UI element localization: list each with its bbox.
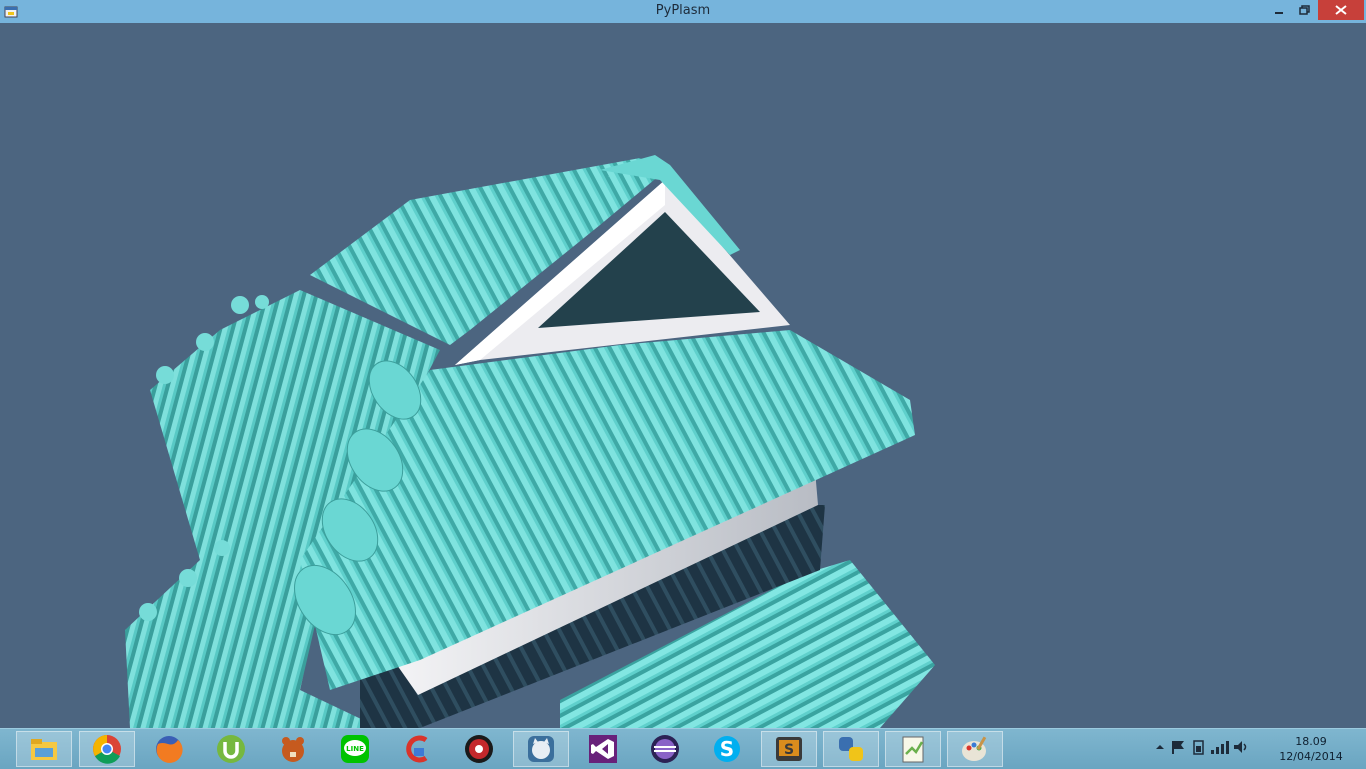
cat-app-icon [528, 736, 554, 762]
close-button[interactable] [1318, 0, 1364, 20]
action-center-flag-icon[interactable] [1168, 738, 1188, 760]
show-hidden-icons-icon[interactable] [1152, 739, 1168, 759]
volume-icon[interactable] [1230, 738, 1252, 760]
paint-icon [962, 736, 987, 761]
house-roof-model [125, 155, 935, 728]
network-signal-icon[interactable] [1208, 738, 1230, 760]
minimize-icon [1275, 12, 1283, 14]
taskbar-utorrent[interactable] [203, 731, 259, 767]
minimize-button[interactable] [1266, 0, 1292, 20]
taskbar-cat-app[interactable] [513, 731, 569, 767]
eclipse-icon [651, 735, 679, 763]
system-tray [1152, 729, 1252, 769]
media-player-icon [465, 735, 493, 763]
taskbar-paint[interactable] [947, 731, 1003, 767]
taskbar-visual-studio[interactable] [575, 731, 631, 767]
battery-icon[interactable] [1188, 738, 1208, 760]
svg-text:LINE: LINE [346, 745, 364, 753]
window-title: PyPlasm [655, 3, 711, 18]
skype-icon: S [714, 736, 740, 762]
file-explorer-icon [31, 739, 57, 760]
beaver-icon [282, 737, 304, 762]
taskbar-chrome[interactable] [79, 731, 135, 767]
svg-text:S: S [720, 737, 734, 761]
taskbar-media-player[interactable] [451, 731, 507, 767]
taskbar: LINE S S 18.09 12/04/2014 [0, 728, 1366, 769]
3d-viewport[interactable] [0, 23, 1366, 728]
clock-date: 12/04/2014 [1279, 750, 1343, 763]
firefox-icon [156, 736, 183, 763]
clock[interactable]: 18.09 12/04/2014 [1276, 734, 1346, 764]
taskbar-eclipse[interactable] [637, 731, 693, 767]
taskbar-line[interactable]: LINE [327, 731, 383, 767]
svg-text:S: S [784, 742, 794, 758]
restore-icon [1299, 5, 1310, 15]
utorrent-icon [217, 735, 245, 763]
clock-time: 18.09 [1295, 735, 1327, 748]
taskbar-firefox[interactable] [141, 731, 197, 767]
chrome-icon [93, 735, 121, 764]
close-icon [1335, 5, 1347, 15]
taskbar-beaver-app[interactable] [265, 731, 321, 767]
sublime-text-icon: S [776, 737, 802, 761]
taskbar-notepadpp[interactable] [885, 731, 941, 767]
taskbar-ccleaner[interactable] [389, 731, 445, 767]
line-icon: LINE [341, 735, 369, 763]
python-icon [839, 737, 863, 761]
window-title-bar[interactable]: PyPlasm [0, 0, 1366, 23]
restore-button[interactable] [1292, 0, 1318, 20]
taskbar-file-explorer[interactable] [16, 731, 72, 767]
visual-studio-icon [589, 735, 617, 763]
taskbar-skype[interactable]: S [699, 731, 755, 767]
taskbar-python[interactable] [823, 731, 879, 767]
taskbar-sublime-text[interactable]: S [761, 731, 817, 767]
ccleaner-icon [406, 735, 428, 763]
notepadpp-icon [902, 736, 924, 763]
